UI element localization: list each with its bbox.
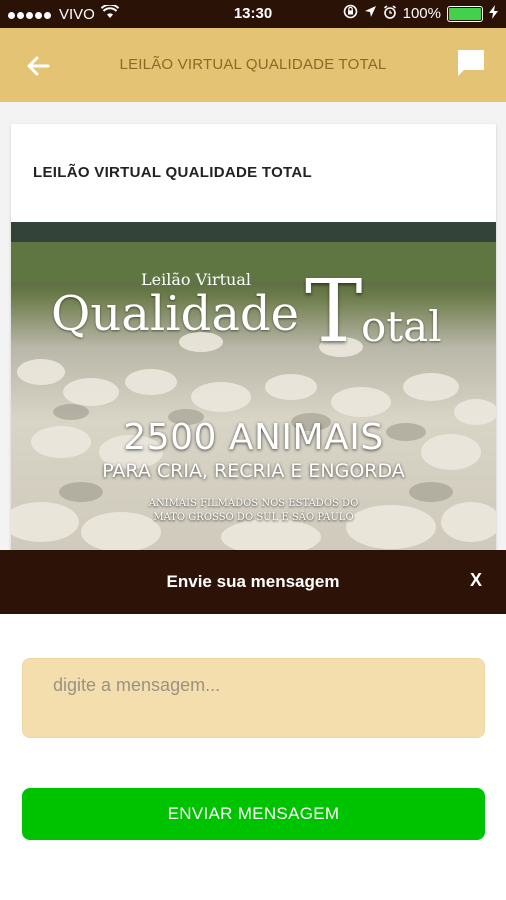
back-button[interactable] (22, 50, 54, 82)
send-message-button[interactable]: ENVIAR MENSAGEM (22, 788, 485, 840)
banner-fine-line-1: ANIMAIS FILMADOS NOS ESTADOS DO (148, 498, 359, 509)
banner-subheadline: PARA CRIA, RECRIA E ENGORDA (102, 460, 405, 482)
message-sheet-header: Envie sua mensagem X (0, 550, 506, 614)
app-title: LEILÃO VIRTUAL QUALIDADE TOTAL (119, 56, 387, 73)
banner-title-part1: Qualidade (51, 286, 300, 342)
charging-bolt-icon (489, 4, 498, 23)
app-bar: LEILÃO VIRTUAL QUALIDADE TOTAL (0, 28, 506, 102)
banner-fine-line-2: MATO GROSSO DO SUL E SÃO PAULO (153, 512, 354, 523)
screen-lock-icon (343, 4, 358, 23)
banner-headline: 2500 ANIMAIS (123, 417, 384, 458)
auction-card[interactable]: LEILÃO VIRTUAL QUALIDADE TOTAL Leilão Vi… (11, 124, 496, 624)
status-bar: VIVO 13:30 100% (0, 0, 506, 28)
message-input[interactable] (22, 658, 485, 738)
battery-icon (447, 5, 483, 22)
message-sheet-body: ENVIAR MENSAGEM (0, 614, 506, 900)
banner-title-big-letter: T (305, 262, 363, 362)
close-button[interactable]: X (470, 570, 482, 591)
battery-percent: 100% (402, 5, 441, 22)
card-title: LEILÃO VIRTUAL QUALIDADE TOTAL (33, 164, 312, 181)
chat-bubble-icon (458, 50, 484, 76)
chat-button[interactable] (454, 46, 488, 80)
arrow-left-icon (27, 56, 50, 76)
banner-title-part2: otal (361, 302, 442, 351)
battery-fill (449, 7, 481, 20)
status-right: 100% (343, 4, 498, 23)
auction-banner-image: Leilão Virtual Qualidade T otal 2500 ANI… (11, 222, 496, 552)
alarm-icon (383, 4, 397, 23)
message-sheet-title: Envie sua mensagem (166, 572, 340, 591)
location-arrow-icon (364, 5, 377, 22)
